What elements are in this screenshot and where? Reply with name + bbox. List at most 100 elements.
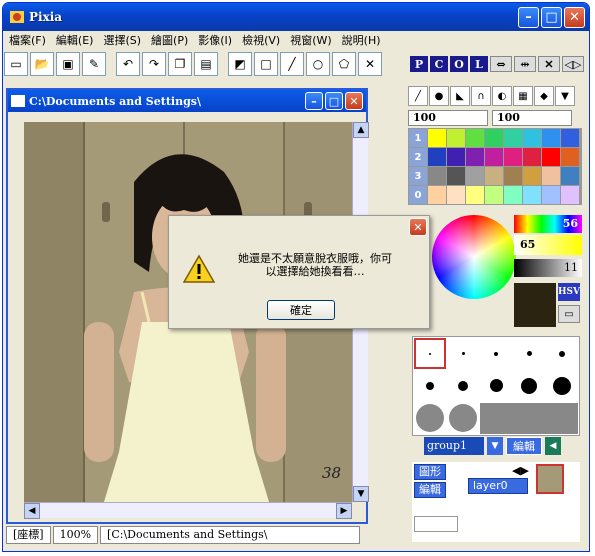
line-icon[interactable]: ╱ bbox=[280, 52, 304, 76]
brush-size-grid bbox=[412, 336, 580, 436]
dialog-close-button[interactable]: ✕ bbox=[409, 218, 427, 236]
hue-slider[interactable]: 56 bbox=[514, 215, 582, 233]
pen-icon[interactable]: ╱ bbox=[408, 86, 428, 106]
tab-l[interactable]: L bbox=[470, 56, 488, 72]
brush-6[interactable] bbox=[414, 370, 446, 402]
hue-value: 56 bbox=[562, 217, 578, 230]
menu-draw[interactable]: 繪圖(P) bbox=[151, 32, 188, 48]
layer-arrows-icon[interactable]: ◀▶ bbox=[512, 464, 529, 477]
palette-row-0[interactable]: 0 bbox=[409, 186, 427, 204]
stamp-icon[interactable]: ◆ bbox=[534, 86, 554, 106]
dropdown-icon[interactable]: ▼ bbox=[555, 86, 575, 106]
spray-icon[interactable]: ◣ bbox=[450, 86, 470, 106]
menu-window[interactable]: 視窗(W) bbox=[290, 32, 331, 48]
fill-icon[interactable]: ▦ bbox=[513, 86, 533, 106]
tab-o[interactable]: O bbox=[450, 56, 468, 72]
minimize-button[interactable]: – bbox=[518, 6, 539, 28]
brush-10[interactable] bbox=[546, 370, 578, 402]
redo-icon[interactable]: ↷ bbox=[142, 52, 166, 76]
doc-minimize-button[interactable]: – bbox=[305, 92, 323, 110]
group-dropdown-icon[interactable]: ▼ bbox=[487, 437, 503, 455]
speaker-icon[interactable]: ◀ bbox=[545, 437, 561, 455]
scroll-left-icon[interactable]: ◀ bbox=[24, 503, 40, 519]
ok-button[interactable]: 確定 bbox=[267, 300, 335, 320]
palette-row-1[interactable]: 1 bbox=[409, 129, 427, 147]
dot-brush-icon[interactable]: ● bbox=[429, 86, 449, 106]
paste-icon[interactable]: ▤ bbox=[194, 52, 218, 76]
scroll-down-icon[interactable]: ▼ bbox=[353, 486, 369, 502]
folder-icon[interactable]: ▭ bbox=[558, 305, 580, 323]
horizontal-scrollbar[interactable]: ◀ ▶ bbox=[24, 502, 352, 519]
delete-icon[interactable]: ✕ bbox=[538, 56, 560, 72]
layer-option-field[interactable] bbox=[414, 516, 458, 532]
group-edit-button[interactable]: 編輯 bbox=[506, 437, 542, 455]
saturation-value: 65 bbox=[520, 238, 536, 251]
menu-view[interactable]: 檢視(V) bbox=[242, 32, 280, 48]
brush-8[interactable] bbox=[480, 370, 512, 402]
main-toolbar: ▭ 📂 ▣ ✎ ↶ ↷ ❐ ▤ ◩ □ ╱ ○ ⬠ ✕ bbox=[4, 50, 382, 78]
layer-edit-button[interactable]: 編輯 bbox=[414, 482, 446, 498]
document-title-bar[interactable]: C:\Documents and Settings\ – □ ✕ bbox=[8, 90, 366, 112]
title-bar[interactable]: Pixia – □ ✕ bbox=[3, 3, 589, 31]
window-title: Pixia bbox=[29, 10, 63, 24]
brush-5[interactable] bbox=[546, 338, 578, 369]
brush-7[interactable] bbox=[447, 370, 479, 402]
palette-row-3[interactable]: 3 bbox=[409, 167, 427, 185]
status-coord: [座標] bbox=[6, 526, 51, 544]
layer-thumbnail[interactable] bbox=[536, 464, 564, 494]
doc-maximize-button[interactable]: □ bbox=[325, 92, 343, 110]
color-wheel[interactable] bbox=[432, 215, 516, 299]
brush-11[interactable] bbox=[414, 402, 446, 434]
brush-3[interactable] bbox=[480, 338, 512, 369]
scroll-right-icon[interactable]: ▶ bbox=[336, 503, 352, 519]
brush-9[interactable] bbox=[513, 370, 545, 402]
rectangle-icon[interactable]: □ bbox=[254, 52, 278, 76]
ellipse-icon[interactable]: ○ bbox=[306, 52, 330, 76]
swap-icon[interactable]: ◁▷ bbox=[562, 56, 584, 72]
dialog-title-bar[interactable]: ✕ bbox=[169, 216, 429, 238]
color-palette[interactable]: 1 2 3 0 bbox=[408, 128, 582, 205]
brush-12[interactable] bbox=[447, 402, 479, 434]
copy-icon[interactable]: ❐ bbox=[168, 52, 192, 76]
scroll-up-icon[interactable]: ▲ bbox=[353, 122, 369, 138]
hsv-button[interactable]: HSV bbox=[558, 283, 580, 301]
eraser-icon[interactable]: ◩ bbox=[228, 52, 252, 76]
cross-icon[interactable]: ✕ bbox=[358, 52, 382, 76]
scan-icon[interactable]: ✎ bbox=[82, 52, 106, 76]
menu-help[interactable]: 說明(H) bbox=[342, 32, 381, 48]
tab-c[interactable]: C bbox=[430, 56, 448, 72]
maximize-button[interactable]: □ bbox=[541, 6, 562, 28]
brush-1[interactable] bbox=[414, 338, 446, 369]
save-icon[interactable]: ▣ bbox=[56, 52, 80, 76]
undo-icon[interactable]: ↶ bbox=[116, 52, 140, 76]
mirror-icon[interactable]: ⇹ bbox=[514, 56, 536, 72]
value-slider[interactable]: 11 bbox=[514, 259, 582, 277]
menu-edit[interactable]: 編輯(E) bbox=[56, 32, 94, 48]
document-icon bbox=[11, 95, 25, 107]
shape-button[interactable]: 圖形 bbox=[414, 464, 446, 480]
blur-icon[interactable]: ◐ bbox=[492, 86, 512, 106]
message-dialog: ✕ 她還是不太願意脫衣服哦，你可以選擇給她換看看… 確定 bbox=[168, 215, 430, 329]
brush-opacity-value[interactable]: 100 bbox=[492, 110, 572, 126]
current-color-swatch[interactable] bbox=[514, 283, 556, 327]
layer-item[interactable]: layer0 bbox=[468, 478, 528, 494]
open-folder-icon[interactable]: 📂 bbox=[30, 52, 54, 76]
doc-close-button[interactable]: ✕ bbox=[345, 92, 363, 110]
lasso-icon[interactable]: ∩ bbox=[471, 86, 491, 106]
new-file-icon[interactable]: ▭ bbox=[4, 52, 28, 76]
menu-select[interactable]: 選擇(S) bbox=[103, 32, 141, 48]
tab-p[interactable]: P bbox=[410, 56, 428, 72]
brush-size-value[interactable]: 100 bbox=[408, 110, 488, 126]
flip-icon[interactable]: ⇔ bbox=[490, 56, 512, 72]
layers-panel: 圖形 編輯 ◀▶ layer0 bbox=[412, 462, 580, 542]
menu-bar: 檔案(F) 編輯(E) 選擇(S) 繪圖(P) 影像(I) 檢視(V) 視窗(W… bbox=[3, 31, 589, 49]
polygon-icon[interactable]: ⬠ bbox=[332, 52, 356, 76]
menu-image[interactable]: 影像(I) bbox=[198, 32, 232, 48]
brush-2[interactable] bbox=[447, 338, 479, 369]
close-button[interactable]: ✕ bbox=[564, 6, 585, 28]
saturation-slider[interactable]: 65 bbox=[514, 235, 582, 255]
menu-file[interactable]: 檔案(F) bbox=[9, 32, 46, 48]
brush-4[interactable] bbox=[513, 338, 545, 369]
palette-row-2[interactable]: 2 bbox=[409, 148, 427, 166]
group-select[interactable]: group1 bbox=[424, 437, 484, 455]
